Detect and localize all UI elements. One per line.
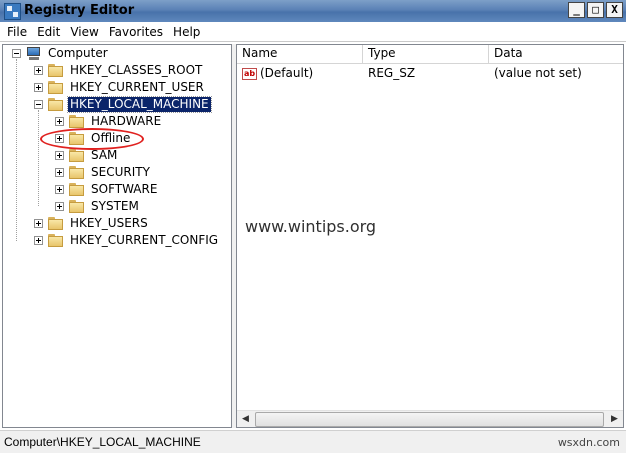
menu-help[interactable]: Help: [170, 25, 207, 39]
list-header: Name Type Data: [237, 45, 623, 64]
status-path: Computer\HKEY_LOCAL_MACHINE: [4, 435, 201, 449]
folder-icon: [48, 234, 64, 247]
menu-view[interactable]: View: [67, 25, 105, 39]
scroll-left-icon[interactable]: ◀: [237, 411, 254, 427]
minimize-button[interactable]: _: [568, 2, 585, 18]
tree-node-hkey-current-user[interactable]: HKEY_CURRENT_USER: [34, 79, 206, 96]
tree-node-sam[interactable]: SAM: [55, 147, 119, 164]
tree-label-selected: HKEY_LOCAL_MACHINE: [67, 96, 212, 113]
folder-icon: [69, 183, 85, 196]
folder-icon: [69, 166, 85, 179]
list-item[interactable]: ab (Default) REG_SZ (value not set): [237, 64, 623, 82]
collapse-toggle[interactable]: [12, 49, 21, 58]
tree-node-offline[interactable]: Offline: [55, 130, 132, 147]
value-type: REG_SZ: [368, 66, 416, 80]
folder-icon: [69, 200, 85, 213]
expand-toggle[interactable]: [34, 83, 43, 92]
column-header-data[interactable]: Data: [489, 45, 623, 63]
folder-icon: [69, 115, 85, 128]
tree-node-computer[interactable]: Computer: [12, 45, 110, 62]
string-value-icon: ab: [242, 67, 257, 80]
value-name-cell: ab (Default): [237, 66, 363, 80]
expand-toggle[interactable]: [34, 219, 43, 228]
tree-label: HKEY_CURRENT_CONFIG: [70, 233, 219, 247]
tree-node-hkey-local-machine[interactable]: HKEY_LOCAL_MACHINE: [34, 96, 212, 113]
tree-label: HKEY_CURRENT_USER: [70, 80, 204, 94]
close-button[interactable]: X: [606, 2, 623, 18]
column-header-type[interactable]: Type: [363, 45, 489, 63]
folder-icon: [48, 64, 64, 77]
tree-label: SAM: [91, 148, 118, 162]
status-bar: Computer\HKEY_LOCAL_MACHINE wsxdn.com: [0, 430, 626, 453]
scrollbar-thumb[interactable]: [255, 412, 604, 427]
tree-node-hkey-classes-root[interactable]: HKEY_CLASSES_ROOT: [34, 62, 204, 79]
expand-toggle[interactable]: [34, 236, 43, 245]
expand-toggle[interactable]: [55, 202, 64, 211]
tree-label: Offline: [91, 131, 131, 145]
expand-toggle[interactable]: [55, 185, 64, 194]
window-title: Registry Editor: [24, 3, 135, 18]
tree-node-hkey-users[interactable]: HKEY_USERS: [34, 215, 150, 232]
menu-bar: File Edit View Favorites Help: [0, 22, 626, 42]
tree-label: SOFTWARE: [91, 182, 158, 196]
expand-toggle[interactable]: [55, 117, 64, 126]
expand-toggle[interactable]: [55, 151, 64, 160]
column-header-name[interactable]: Name: [237, 45, 363, 63]
computer-icon: [26, 46, 42, 61]
folder-icon: [69, 149, 85, 162]
menu-edit[interactable]: Edit: [34, 25, 67, 39]
value-name: (Default): [260, 66, 314, 80]
expand-toggle[interactable]: [55, 134, 64, 143]
tree-node-security[interactable]: SECURITY: [55, 164, 152, 181]
value-data: (value not set): [494, 66, 582, 80]
horizontal-scrollbar[interactable]: ◀ ▶: [237, 410, 623, 427]
tree-node-software[interactable]: SOFTWARE: [55, 181, 159, 198]
folder-open-icon: [48, 98, 64, 111]
tree-label: HKEY_USERS: [70, 216, 148, 230]
watermark-text: www.wintips.org: [245, 217, 377, 236]
window-controls: _ □ X: [568, 2, 623, 18]
tree-pane[interactable]: Computer HKEY_CLASSES_ROOT HKEY_CURRENT_…: [2, 44, 232, 428]
tree-label: HKEY_CLASSES_ROOT: [70, 63, 203, 77]
tree-node-hardware[interactable]: HARDWARE: [55, 113, 163, 130]
folder-icon: [69, 132, 85, 145]
title-bar: Registry Editor _ □ X: [0, 0, 626, 23]
scroll-right-icon[interactable]: ▶: [606, 411, 623, 427]
registry-editor-icon: [4, 3, 21, 20]
tree-connector: [16, 59, 18, 241]
menu-file[interactable]: File: [4, 25, 34, 39]
tree-label: SYSTEM: [91, 199, 139, 213]
maximize-button[interactable]: □: [587, 2, 604, 18]
expand-toggle[interactable]: [34, 66, 43, 75]
tree-label: SECURITY: [91, 165, 150, 179]
tree-label: HARDWARE: [91, 114, 162, 128]
tree-node-hkey-current-config[interactable]: HKEY_CURRENT_CONFIG: [34, 232, 220, 249]
menu-favorites[interactable]: Favorites: [106, 25, 170, 39]
tree-label-computer: Computer: [48, 46, 108, 60]
tree-node-system[interactable]: SYSTEM: [55, 198, 141, 215]
folder-icon: [48, 217, 64, 230]
tree-connector: [38, 110, 40, 206]
folder-icon: [48, 81, 64, 94]
expand-toggle[interactable]: [55, 168, 64, 177]
collapse-toggle[interactable]: [34, 100, 43, 109]
values-pane[interactable]: Name Type Data ab (Default) REG_SZ (value…: [236, 44, 624, 428]
site-watermark: wsxdn.com: [557, 436, 620, 449]
